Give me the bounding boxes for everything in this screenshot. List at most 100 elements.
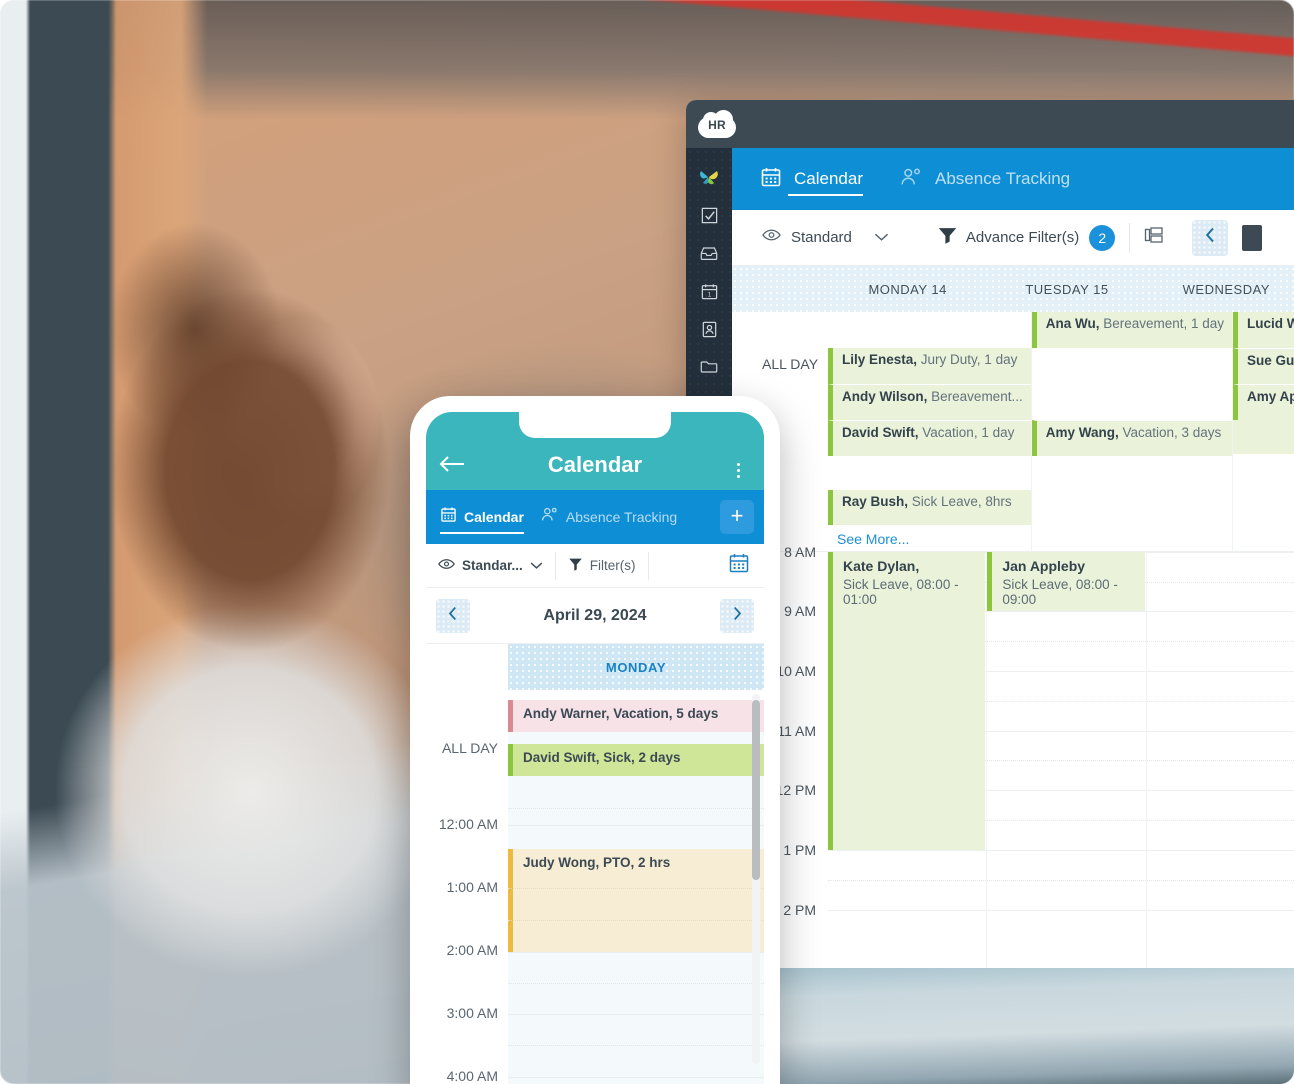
- phone-tab-calendar[interactable]: Calendar: [440, 490, 524, 544]
- phone-slot: [508, 732, 764, 744]
- phone-view-selector[interactable]: Standar...: [426, 551, 555, 581]
- time-label: 12 PM: [775, 782, 816, 798]
- time-label: 9 AM: [784, 603, 816, 619]
- arrow-left-icon: [439, 455, 465, 478]
- all-day-event[interactable]: Ray Bush, Sick Leave, 8hrs: [828, 490, 1031, 525]
- time-label: 8 AM: [784, 544, 816, 560]
- phone-event-vacation[interactable]: Andy Warner, Vacation, 5 days: [508, 700, 764, 732]
- layout-button[interactable]: [1130, 221, 1178, 255]
- phone-time-label: 3:00 AM: [446, 1005, 498, 1021]
- back-button[interactable]: [426, 455, 478, 478]
- day-header-tuesday: TUESDAY 15: [1025, 281, 1109, 297]
- tab-absence-tracking[interactable]: Absence Tracking: [899, 148, 1070, 210]
- phone-tab-absence-tracking[interactable]: Absence Tracking: [540, 490, 677, 544]
- phone-view-selector-label: Standar...: [462, 558, 523, 573]
- event-person: Lily Enesta,: [842, 352, 918, 367]
- all-day-event[interactable]: Sue Guard, Sick: [1233, 348, 1294, 384]
- kebab-menu-icon[interactable]: [712, 463, 764, 478]
- all-day-event[interactable]: Lily Enesta, Jury Duty, 1 day: [828, 348, 1031, 384]
- phone-event-sick[interactable]: David Swift, Sick, 2 days: [508, 744, 764, 776]
- chevron-down-icon[interactable]: [530, 558, 543, 573]
- sidebar-item-calendar-icon[interactable]: 1: [686, 272, 732, 310]
- phone-filter-bar: Standar... Filter(s): [426, 544, 764, 588]
- phone-next-button[interactable]: [720, 598, 754, 633]
- event-person: Amy Wang,: [1045, 425, 1119, 440]
- prev-period-button[interactable]: [1192, 219, 1229, 256]
- phone-filters-button[interactable]: Filter(s): [556, 551, 648, 581]
- event-person: Jan Appleby: [1002, 558, 1086, 574]
- phone-day-column: MONDAY Andy Warner, Vacation, 5 days Dav…: [508, 644, 764, 1084]
- phone-time-label: 4:00 AM: [446, 1068, 498, 1084]
- see-more-link[interactable]: See More...: [828, 525, 1031, 553]
- phone-calendar-picker-button[interactable]: [728, 552, 764, 579]
- phone-slot: [508, 776, 764, 825]
- all-day-col-wednesday: Lucid Wolf, Sick Sue Guard, Sick Amy App…: [1233, 312, 1294, 551]
- phone-scrollbar-thumb[interactable]: [752, 700, 760, 880]
- add-button[interactable]: +: [720, 500, 754, 534]
- chevron-right-icon: [732, 606, 742, 626]
- phone-all-day-label: ALL DAY: [441, 740, 498, 756]
- sidebar-item-folder-icon[interactable]: [686, 348, 732, 386]
- all-day-col-monday: Lily Enesta, Jury Duty, 1 day Andy Wilso…: [828, 312, 1032, 551]
- event-person: Ray Bush,: [842, 494, 909, 509]
- chevron-down-icon[interactable]: [874, 229, 889, 247]
- all-day-event[interactable]: Amy Wang, Vacation, 3 days: [1031, 420, 1233, 456]
- event-person: Amy Appleby,: [1247, 389, 1294, 404]
- hr-logo-text: HR: [708, 118, 726, 132]
- tab-calendar[interactable]: Calendar: [760, 148, 863, 210]
- hr-cloud-logo-icon[interactable]: HR: [698, 110, 736, 138]
- next-period-button-partial[interactable]: [1242, 224, 1263, 251]
- all-day-event[interactable]: David Swift, Vacation, 1 day: [828, 420, 1031, 456]
- sidebar-item-butterfly-logo-icon[interactable]: [686, 158, 732, 196]
- phone-topbar: Calendar: [426, 412, 764, 490]
- eye-icon: [438, 558, 455, 573]
- all-day-event[interactable]: Ana Wu, Bereavement, 1 day: [1031, 312, 1233, 348]
- sidebar-item-checkbox-icon[interactable]: [686, 196, 732, 234]
- timed-event[interactable]: Kate Dylan, Sick Leave, 08:00 - 01:00: [828, 552, 986, 850]
- svg-text:1: 1: [707, 291, 711, 298]
- phone-time-column: ALL DAY 12:00 AM 1:00 AM 2:00 AM 3:00 AM…: [426, 644, 508, 1084]
- day-header-monday: MONDAY 14: [868, 281, 947, 297]
- calendar-icon: [760, 166, 782, 193]
- timed-col-monday: Kate Dylan, Sick Leave, 08:00 - 01:00: [828, 552, 988, 968]
- event-person: Kate Dylan,: [843, 558, 920, 574]
- advance-filter-label: Advance Filter(s): [965, 229, 1080, 246]
- phone-day-header: MONDAY: [508, 644, 764, 690]
- desktop-toolbar: Standard Advance Filter(s) 2: [732, 210, 1294, 266]
- all-day-label: ALL DAY: [762, 356, 819, 372]
- phone-prev-button[interactable]: [436, 598, 470, 633]
- desktop-main: Calendar Absence Tracking Standard Advan…: [732, 148, 1294, 968]
- phone-tabbar: Calendar Absence Tracking +: [426, 490, 764, 544]
- all-day-event[interactable]: Andy Wilson, Bereavement...: [828, 384, 1031, 420]
- desktop-tabbar: Calendar Absence Tracking: [732, 148, 1294, 210]
- phone-date-navigator: April 29, 2024: [426, 588, 764, 644]
- day-header-wednesday: WEDNESDAY: [1182, 281, 1270, 297]
- phone-slot: [508, 1077, 764, 1084]
- all-day-columns: Lily Enesta, Jury Duty, 1 day Andy Wilso…: [828, 312, 1294, 551]
- view-selector[interactable]: Standard: [748, 221, 903, 255]
- all-day-event[interactable]: Amy Appleby, V: [1233, 384, 1294, 420]
- sidebar-item-inbox-icon[interactable]: [686, 234, 732, 272]
- phone-event-pto[interactable]: Judy Wong, PTO, 2 hrs: [508, 849, 764, 952]
- event-detail: Vacation, 3 days: [1122, 425, 1222, 440]
- advance-filter-button[interactable]: Advance Filter(s) 2: [925, 221, 1129, 255]
- event-detail: Bereavement...: [931, 389, 1023, 404]
- all-day-event-continuation: [1233, 420, 1294, 454]
- phone-filter-divider: [647, 551, 649, 580]
- layout-icon: [1144, 226, 1164, 249]
- view-selector-label: Standard: [791, 229, 852, 246]
- tab-absence-tracking-label: Absence Tracking: [935, 169, 1071, 188]
- eye-icon: [762, 228, 781, 247]
- screenshot-root: HR 1 Calendar Absence Tracking Standard …: [0, 0, 1294, 1084]
- spacer: [1031, 348, 1233, 420]
- all-day-event[interactable]: Lucid Wolf, Sick: [1233, 312, 1294, 348]
- people-icon: [540, 506, 559, 528]
- phone-calendar-grid: ALL DAY 12:00 AM 1:00 AM 2:00 AM 3:00 AM…: [426, 644, 764, 1084]
- time-label: 11 AM: [777, 723, 816, 739]
- phone-time-label: 2:00 AM: [446, 942, 498, 958]
- sidebar-item-id-card-icon[interactable]: [686, 310, 732, 348]
- calendar-day-header-row: MONDAY 14 TUESDAY 15 WEDNESDAY: [732, 266, 1294, 312]
- timed-event[interactable]: Jan Appleby Sick Leave, 08:00 - 09:00: [987, 552, 1145, 611]
